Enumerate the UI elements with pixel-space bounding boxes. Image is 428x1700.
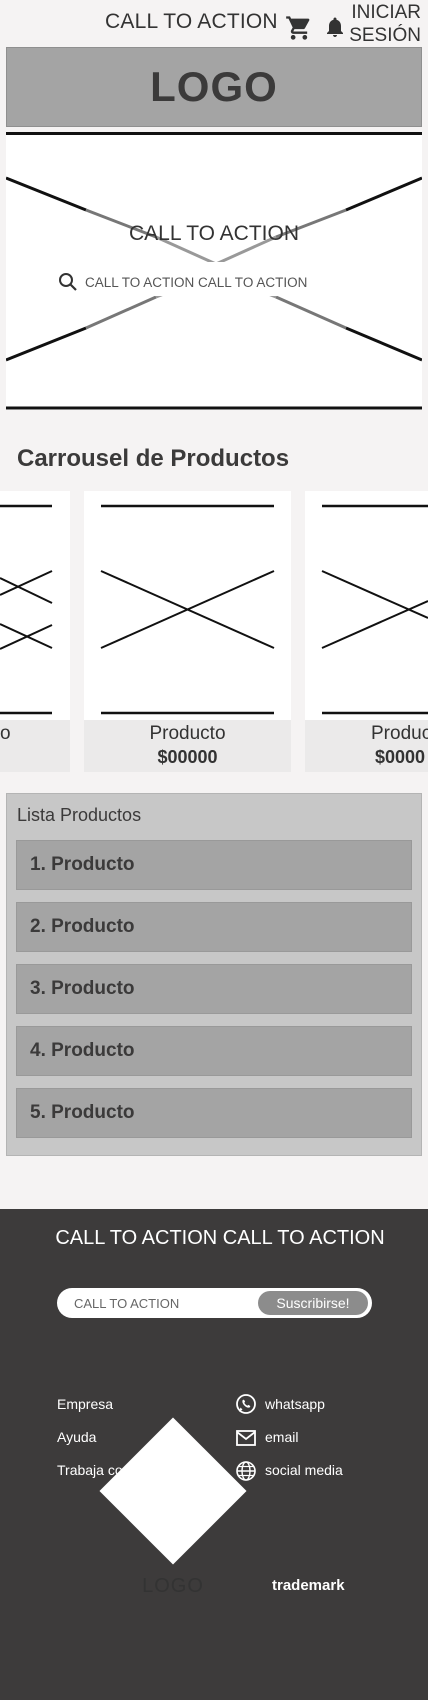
header-call-to-action[interactable]: CALL TO ACTION	[105, 10, 278, 34]
footer-social-email[interactable]: email	[265, 1429, 298, 1445]
globe-icon[interactable]	[235, 1460, 257, 1482]
carousel-card[interactable]: Producto $00000	[84, 491, 291, 772]
product-price: $00000	[157, 747, 218, 767]
footer-call-to-action[interactable]: CALL TO ACTION CALL TO ACTION	[0, 1227, 428, 1250]
carousel-card[interactable]: o	[0, 491, 70, 772]
subscribe-button[interactable]: Suscribirse!	[258, 1291, 368, 1315]
subscribe-email-input[interactable]	[74, 1293, 244, 1313]
product-list-title: Lista Productos	[17, 805, 142, 825]
trademark: trademark	[272, 1577, 345, 1594]
product-name: Produc	[371, 723, 428, 744]
footer-link-empresa[interactable]: Empresa	[57, 1396, 113, 1412]
carousel-title: Carrousel de Productos	[17, 445, 290, 472]
search-icon[interactable]	[58, 272, 78, 292]
email-icon[interactable]	[235, 1427, 257, 1449]
product-image-placeholder	[0, 491, 70, 720]
product-price: $0000	[375, 747, 426, 767]
login-link[interactable]: INICIAR SESIÓN	[345, 1, 421, 47]
carousel-card[interactable]: Produc $0000	[305, 491, 428, 772]
product-list-item[interactable]: 1. Producto	[16, 840, 412, 890]
footer-logo[interactable]: LOGO	[123, 1575, 223, 1598]
search-input[interactable]	[85, 271, 335, 293]
product-image-placeholder	[305, 491, 428, 720]
product-list-item[interactable]: 2. Producto	[16, 902, 412, 952]
product-list-item[interactable]: 3. Producto	[16, 964, 412, 1014]
hero-call-to-action[interactable]: CALL TO ACTION	[6, 222, 422, 246]
footer	[0, 1209, 428, 1700]
product-name: o	[0, 723, 11, 744]
product-image-placeholder	[84, 491, 291, 720]
footer-social-media[interactable]: social media	[265, 1462, 343, 1478]
whatsapp-icon[interactable]	[235, 1393, 257, 1415]
product-list-item[interactable]: 4. Producto	[16, 1026, 412, 1076]
logo[interactable]: LOGO	[6, 47, 422, 127]
cart-icon[interactable]	[284, 14, 314, 42]
product-name: Producto	[149, 723, 226, 744]
login-line-2: SESIÓN	[349, 25, 421, 46]
footer-link-ayuda[interactable]: Ayuda	[57, 1429, 96, 1445]
product-list-item[interactable]: 5. Producto	[16, 1088, 412, 1138]
login-line-1: INICIAR	[351, 2, 421, 23]
bell-icon[interactable]	[323, 14, 347, 40]
footer-social-whatsapp[interactable]: whatsapp	[265, 1396, 325, 1412]
